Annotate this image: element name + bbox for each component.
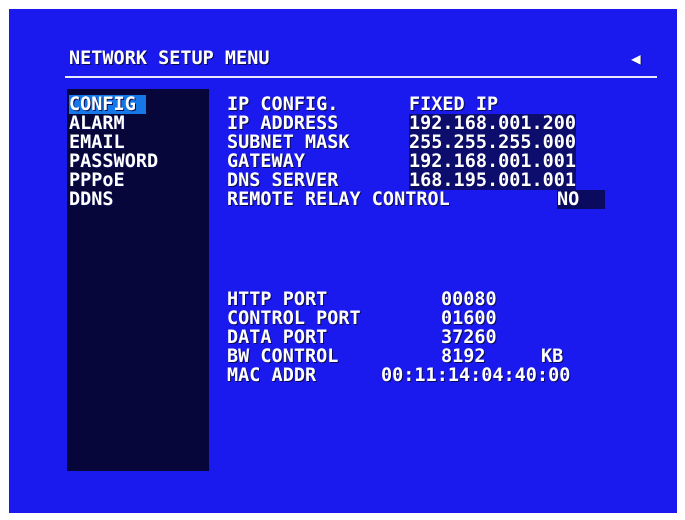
menu-item-password[interactable]: PASSWORD [69,152,158,171]
back-arrow-icon[interactable]: ◀ [631,49,641,68]
remote-relay-value[interactable]: NO [557,190,579,209]
ip-config-value[interactable]: FIXED IP [409,95,498,114]
subnet-mask-value[interactable]: 255.255.255.000 [409,133,577,152]
remote-relay-label: REMOTE RELAY CONTROL [227,189,450,210]
ip-address-label: IP ADDRESS [227,113,339,134]
bw-control-label: BW CONTROL [227,346,339,367]
menu-item-config[interactable]: CONFIG [69,95,146,114]
menu-item-ddns[interactable]: DDNS [69,190,114,209]
bw-control-value[interactable]: 8192 [441,347,486,366]
subnet-mask-label: SUBNET MASK [227,132,350,153]
dns-server-label: DNS SERVER [227,170,339,191]
http-port-value[interactable]: 00080 [441,290,497,309]
data-port-value[interactable]: 37260 [441,328,497,347]
gateway-label: GATEWAY [227,151,305,172]
mac-addr-label: MAC ADDR [227,365,317,386]
dvr-osd-screen: NETWORK SETUP MENU ◀ CONFIG ALARM EMAIL … [9,9,677,513]
menu-item-pppoe[interactable]: PPPoE [69,171,125,190]
control-port-value[interactable]: 01600 [441,309,497,328]
menu-item-alarm[interactable]: ALARM [69,114,125,133]
ip-config-label: IP CONFIG. [227,94,339,115]
ip-address-value[interactable]: 192.168.001.200 [409,114,577,133]
dns-server-value[interactable]: 168.195.001.001 [409,171,577,190]
mac-addr-value: 00:11:14:04:40:00 [381,365,571,386]
title-divider [65,76,657,78]
http-port-label: HTTP PORT [227,289,328,310]
menu-item-email[interactable]: EMAIL [69,133,125,152]
gateway-value[interactable]: 192.168.001.001 [409,152,577,171]
data-port-label: DATA PORT [227,327,328,348]
control-port-label: CONTROL PORT [227,308,361,329]
menu-title: NETWORK SETUP MENU [69,48,270,69]
bw-control-unit: KB [541,346,564,367]
